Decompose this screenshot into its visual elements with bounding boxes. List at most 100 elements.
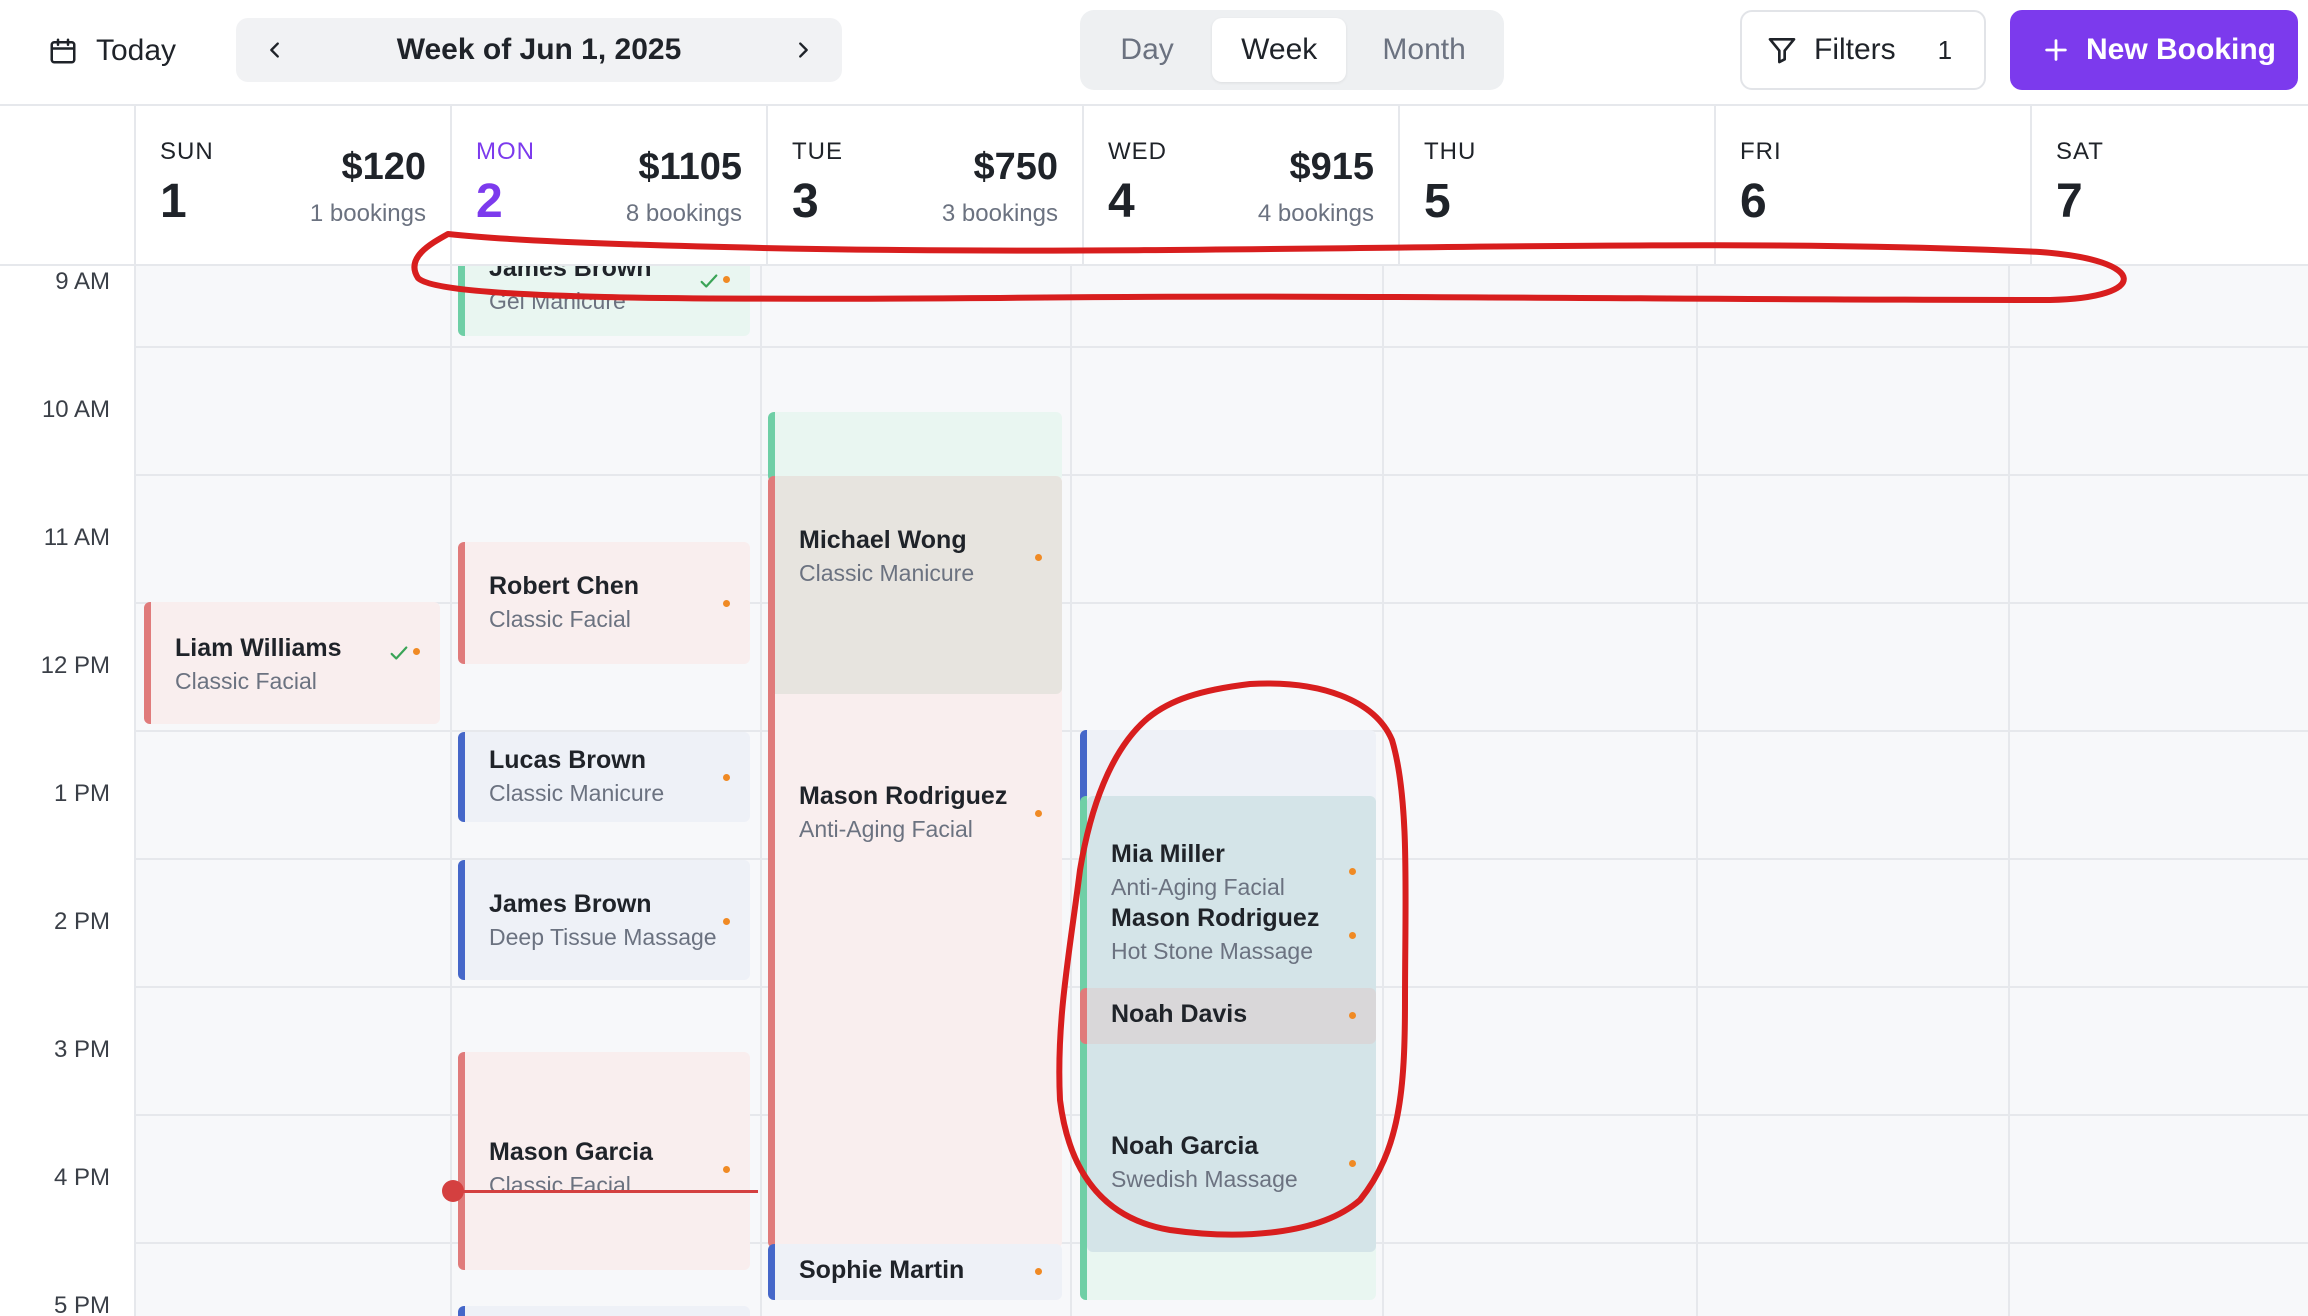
time-label: 9 AM: [55, 268, 110, 295]
hour-line: [136, 346, 2308, 348]
filter-icon: [1768, 38, 1796, 64]
time-label: 4 PM: [53, 1164, 110, 1191]
client-name: Lucas Brown: [489, 746, 646, 774]
day-number: 2: [476, 175, 503, 228]
toolbar: Today Week of Jun 1, 2025 Day Week Month…: [0, 0, 2308, 106]
filters-count: 1: [1937, 34, 1953, 65]
day-booking-count: 3 bookings: [941, 200, 1058, 227]
booking-card[interactable]: Sophie Martin: [768, 1244, 1062, 1300]
status-dot: [1035, 810, 1042, 817]
client-name: Mason Garcia: [489, 1138, 653, 1166]
day-header-wed[interactable]: WED 4 $915 4 bookings: [1084, 106, 1400, 266]
day-revenue: $120: [341, 146, 426, 188]
filters-label: Filters: [1814, 33, 1896, 66]
time-label: 5 PM: [53, 1292, 110, 1316]
week-grid[interactable]: 9 AM 10 AM 11 AM 12 PM 1 PM 2 PM 3 PM 4 …: [0, 266, 2308, 1316]
filters-button[interactable]: Filters 1: [1740, 10, 1986, 90]
day-number: 7: [2056, 175, 2083, 228]
today-button[interactable]: Today: [30, 20, 210, 82]
day-header-thu[interactable]: THU 5: [1400, 106, 1716, 266]
day-name: FRI: [1740, 138, 1782, 165]
booking-card[interactable]: Noah Davis: [1080, 988, 1376, 1044]
day-revenue: $1105: [638, 146, 742, 188]
booking-card[interactable]: Mason Garcia Classic Facial: [458, 1052, 750, 1270]
client-name: Michael Wong: [799, 526, 967, 554]
day-number: 6: [1740, 175, 1767, 228]
chevron-left-icon: [270, 42, 279, 58]
view-month-button[interactable]: Month: [1352, 18, 1496, 82]
booking-card[interactable]: [768, 412, 1062, 482]
time-label: 2 PM: [53, 908, 110, 935]
day-column-divider: [1382, 266, 1384, 1316]
service-name: Hot Stone Massage: [1111, 938, 1314, 964]
status-dot: [723, 600, 730, 607]
day-column-divider: [760, 266, 762, 1316]
check-icon: [700, 274, 718, 288]
service-name: Classic Manicure: [489, 780, 665, 806]
status-dot: [1349, 1160, 1356, 1167]
day-column-divider: [450, 266, 452, 1316]
time-label: 11 AM: [43, 524, 110, 551]
booking-card[interactable]: Liam Williams Classic Facial: [144, 602, 440, 724]
chevron-right-icon: [799, 42, 808, 58]
day-name: WED: [1108, 138, 1167, 165]
status-dot: [1349, 932, 1356, 939]
booking-card[interactable]: Michael Wong Classic Manicure: [768, 476, 1062, 694]
status-dot: [413, 648, 420, 655]
service-name: Classic Facial: [489, 606, 631, 632]
status-dot: [1035, 554, 1042, 561]
booking-card[interactable]: Lucas Brown Classic Manicure: [458, 732, 750, 822]
booking-card[interactable]: [458, 1306, 750, 1316]
week-navigator: Week of Jun 1, 2025: [236, 18, 842, 82]
current-time-dot: [442, 1180, 464, 1202]
client-name: James Brown: [489, 890, 652, 918]
day-header-tue[interactable]: TUE 3 $750 3 bookings: [768, 106, 1084, 266]
next-week-button[interactable]: [786, 33, 820, 67]
day-name: TUE: [792, 138, 843, 165]
status-dot: [723, 1166, 730, 1173]
new-booking-label: New Booking: [2086, 33, 2277, 66]
client-name: Robert Chen: [489, 572, 639, 600]
today-label: Today: [96, 34, 177, 67]
client-name: Noah Garcia: [1111, 1132, 1259, 1160]
status-dot: [723, 918, 730, 925]
day-column-divider: [2008, 266, 2010, 1316]
service-name: Swedish Massage: [1111, 1166, 1298, 1192]
plus-icon: [2045, 39, 2067, 61]
day-header-sun[interactable]: SUN 1 $120 1 bookings: [136, 106, 452, 266]
previous-week-button[interactable]: [258, 33, 292, 67]
day-name: SUN: [160, 138, 214, 165]
client-name: Noah Davis: [1111, 1000, 1248, 1028]
client-name: Mason Rodriguez: [799, 782, 1008, 810]
service-name: Classic Facial: [175, 668, 317, 694]
day-booking-count: 4 bookings: [1257, 200, 1374, 227]
view-day-button[interactable]: Day: [1088, 18, 1206, 82]
booking-card[interactable]: James Brown Gel Manicure: [458, 266, 750, 336]
day-revenue: $750: [973, 146, 1058, 188]
view-week-button[interactable]: Week: [1212, 18, 1347, 82]
day-number: 1: [160, 175, 187, 228]
status-dot: [723, 276, 730, 283]
booking-card[interactable]: James Brown Deep Tissue Massage: [458, 860, 750, 980]
client-name: James Brown: [489, 266, 652, 282]
day-header-sat[interactable]: SAT 7: [2032, 106, 2308, 266]
day-revenue: $915: [1289, 146, 1374, 188]
status-dot: [1349, 868, 1356, 875]
day-header-row: SUN 1 $120 1 bookings MON 2 $1105 8 book…: [0, 106, 2308, 266]
day-header-fri[interactable]: FRI 6: [1716, 106, 2032, 266]
week-label: Week of Jun 1, 2025: [396, 33, 682, 66]
time-gutter-header: [0, 106, 136, 266]
current-time-line: [452, 1190, 758, 1193]
service-name: Anti-Aging Facial: [1111, 874, 1285, 900]
service-name: Deep Tissue Massage: [489, 924, 717, 950]
new-booking-button[interactable]: New Booking: [2010, 10, 2298, 90]
day-name: MON: [476, 138, 535, 165]
status-dot: [1349, 1012, 1356, 1019]
booking-card[interactable]: Robert Chen Classic Facial: [458, 542, 750, 664]
day-header-mon[interactable]: MON 2 $1105 8 bookings: [452, 106, 768, 266]
calendar-icon: [50, 38, 76, 64]
check-icon: [390, 646, 408, 660]
service-name: Gel Manicure: [489, 288, 626, 314]
day-number: 3: [792, 175, 819, 228]
hour-line: [136, 474, 2308, 476]
